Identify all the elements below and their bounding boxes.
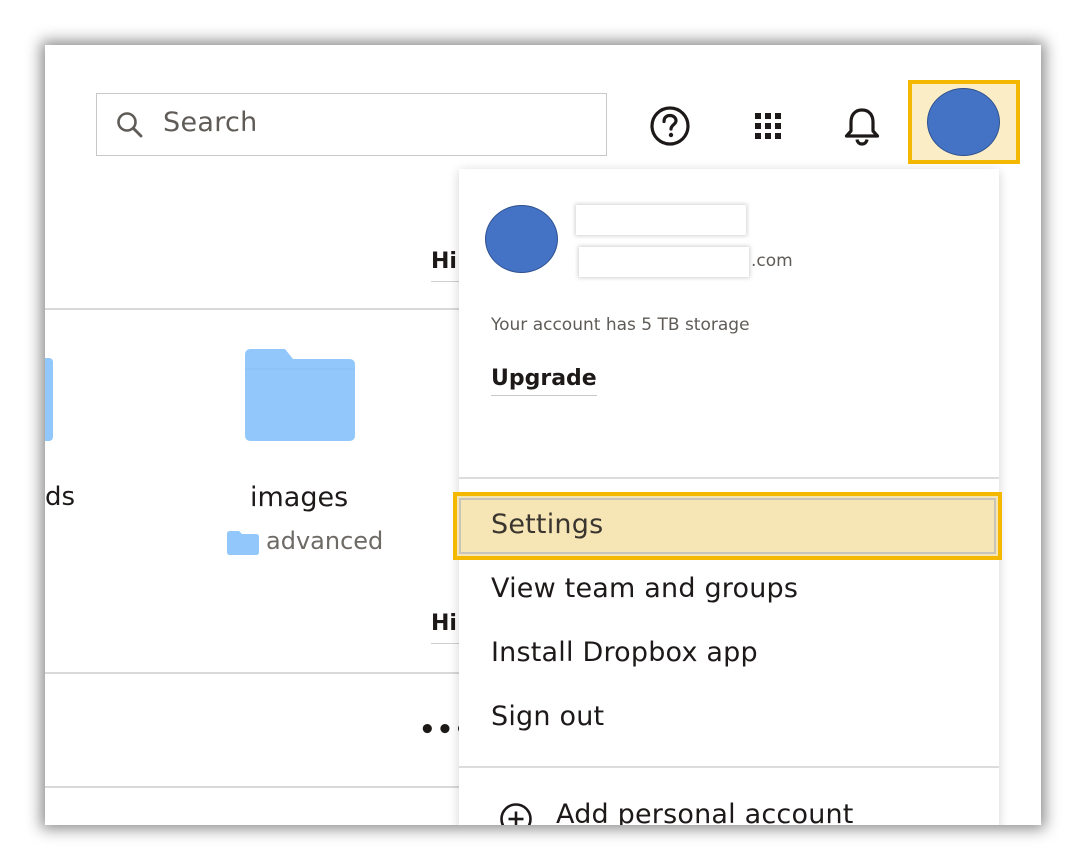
menu-item-settings[interactable]: Settings [491,509,603,540]
help-icon[interactable] [648,104,692,148]
truncated-header-label: Hi [431,611,457,636]
menu-divider [459,766,999,768]
search-icon [117,112,143,138]
header-underline [431,643,461,644]
search-placeholder: Search [163,107,258,138]
avatar [485,205,558,273]
redacted-name [576,205,746,235]
menu-item-sign-out[interactable]: Sign out [491,701,604,732]
folder-name-partial[interactable]: ds [45,482,75,512]
header-underline [431,281,461,282]
folder-icon[interactable] [245,349,355,441]
folder-location-label[interactable]: advanced [266,527,383,555]
folder-small-icon [227,531,259,555]
folder-icon [45,358,53,441]
email-suffix: .com [751,251,793,271]
plus-circle-icon[interactable] [499,802,533,825]
folder-name[interactable]: images [250,482,348,513]
redacted-email [579,247,749,277]
divider [45,786,465,788]
app-window: Search Hi ds images advanced Hi ••• .com… [45,45,1041,825]
menu-item-install-app[interactable]: Install Dropbox app [491,637,758,668]
storage-info: Your account has 5 TB storage [491,315,750,335]
menu-divider [459,477,999,479]
menu-item-view-team[interactable]: View team and groups [491,573,798,604]
divider [45,672,465,674]
truncated-header-label: Hi [431,249,457,274]
bell-icon[interactable] [840,104,884,148]
upgrade-link[interactable]: Upgrade [491,366,597,396]
account-menu: .com Your account has 5 TB storage Upgra… [453,169,1002,825]
divider [45,308,465,310]
account-avatar-button[interactable] [927,88,1000,156]
apps-grid-icon[interactable] [746,104,790,148]
add-personal-account-button[interactable]: Add personal account [556,799,854,825]
search-input[interactable]: Search [96,93,607,156]
